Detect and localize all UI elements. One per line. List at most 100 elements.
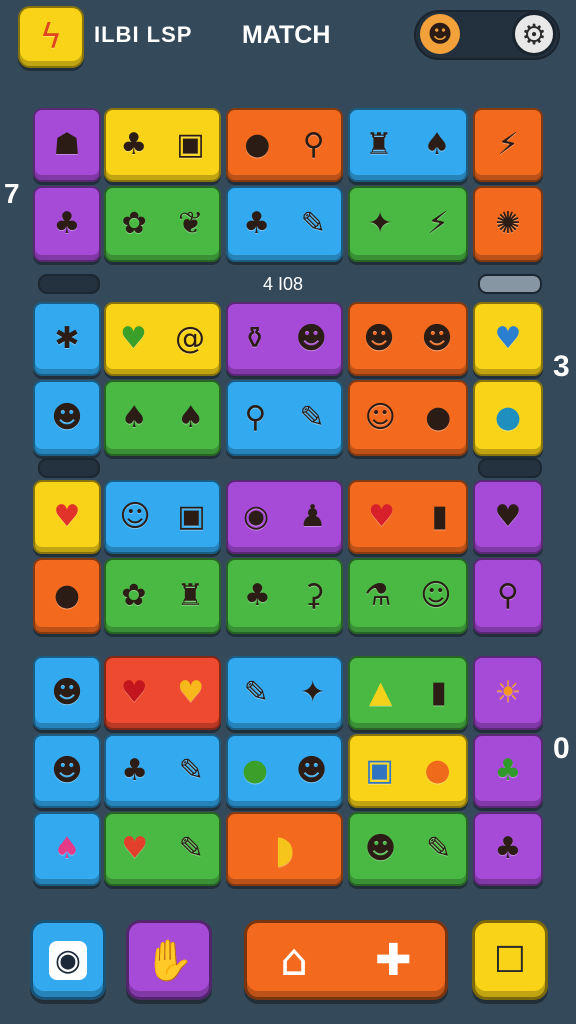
- tile[interactable]: ♥: [473, 302, 543, 376]
- tile-glyph: ◉: [242, 499, 270, 534]
- tile[interactable]: ♥: [33, 480, 101, 554]
- tile-glyph: ♣: [494, 753, 522, 788]
- tile[interactable]: ☀: [473, 656, 543, 730]
- tile-glyph: ♥: [53, 499, 81, 534]
- tile-glyph: ❦: [178, 206, 204, 241]
- robot-icon: ☐: [493, 939, 527, 981]
- tile[interactable]: ♥ ▮: [348, 480, 468, 554]
- gear-icon[interactable]: ⚙: [512, 12, 556, 56]
- tile-glyph: ☻: [51, 400, 83, 435]
- tile-glyph: ♠: [177, 400, 205, 435]
- tile-glyph: ♠: [120, 400, 148, 435]
- tile[interactable]: ◉ ♟: [226, 480, 343, 554]
- tile-glyph: ⚳: [302, 578, 325, 613]
- tile[interactable]: ♠: [33, 812, 101, 886]
- tile[interactable]: ⚗ ☺: [348, 558, 468, 634]
- tile-glyph: ☻: [295, 753, 328, 788]
- tile[interactable]: ⚲: [473, 558, 543, 634]
- tile-glyph: ✎: [299, 400, 325, 435]
- player-avatar-icon[interactable]: ☻: [420, 14, 460, 54]
- tile[interactable]: ☺ ▣: [104, 480, 221, 554]
- camera-button[interactable]: ◉: [30, 920, 106, 1000]
- tile[interactable]: ✺: [473, 186, 543, 262]
- tile-glyph: ◗: [274, 827, 295, 871]
- tile-glyph: ☻: [51, 675, 83, 710]
- side-number-left: 7: [4, 178, 20, 209]
- tile-glyph: ☻: [364, 831, 397, 866]
- tile-glyph: ▣: [365, 753, 394, 788]
- tile[interactable]: ✿ ♜: [104, 558, 221, 634]
- tile[interactable]: ✎ ✦: [226, 656, 343, 730]
- tile-glyph: ☺: [364, 400, 396, 435]
- center-counter: 4 I08: [263, 274, 304, 294]
- tile-glyph: ▮: [430, 675, 447, 710]
- tile[interactable]: ☻ ✎: [348, 812, 468, 886]
- tile[interactable]: ⚡: [473, 108, 543, 182]
- lightning-swirl-logo-icon: ϟ: [39, 17, 63, 57]
- tile[interactable]: ⚲ ✎: [226, 380, 343, 456]
- tile[interactable]: ☗: [33, 108, 101, 182]
- tile[interactable]: ♣ ▣: [104, 108, 221, 182]
- tile-glyph: ▣: [176, 127, 205, 162]
- tile-glyph: ●: [425, 400, 452, 435]
- tile-glyph: ✦: [367, 206, 393, 241]
- hand-button[interactable]: ✋: [126, 920, 212, 1000]
- tile[interactable]: ♣ ✎: [104, 734, 221, 808]
- tile[interactable]: ♥ ✎: [104, 812, 221, 886]
- tile[interactable]: ♥: [473, 480, 543, 554]
- tile[interactable]: ♥ ♥: [104, 656, 221, 730]
- tile[interactable]: ☻ ☻: [348, 302, 468, 376]
- tile[interactable]: ☻: [33, 380, 101, 456]
- tile-glyph: ☻: [363, 321, 395, 356]
- home-icon: ⌂: [280, 934, 309, 986]
- tile-glyph: ⚲: [497, 578, 519, 613]
- tile-glyph: ▲: [369, 675, 393, 710]
- tile-glyph: ♣: [121, 753, 149, 788]
- empty-slot: [478, 274, 542, 294]
- side-number-right-low: 0: [553, 732, 570, 765]
- tile[interactable]: ♣ ✎: [226, 186, 343, 262]
- tile[interactable]: ✿ ❦: [104, 186, 221, 262]
- tile-glyph: ⚡: [427, 206, 449, 241]
- tile[interactable]: ♥ @: [104, 302, 221, 376]
- tile[interactable]: ♣: [473, 734, 543, 808]
- tile-glyph: ♜: [365, 127, 393, 162]
- tile-glyph: ●: [494, 400, 522, 435]
- tile-glyph: ✱: [54, 321, 80, 356]
- tile[interactable]: ●: [33, 558, 101, 634]
- tile[interactable]: ●: [473, 380, 543, 456]
- tile[interactable]: ☻: [33, 656, 101, 730]
- robot-button[interactable]: ☐: [472, 920, 548, 1000]
- tile-glyph: ♟: [299, 499, 327, 534]
- tile-glyph: ✎: [300, 206, 326, 241]
- tile-glyph: ✦: [300, 675, 326, 710]
- tile[interactable]: ☻: [33, 734, 101, 808]
- tile-glyph: ♣: [243, 206, 271, 241]
- tile-glyph: ♥: [494, 321, 522, 356]
- tile[interactable]: ♣: [473, 812, 543, 886]
- tile[interactable]: ✦ ⚡: [348, 186, 468, 262]
- tile[interactable]: ● ☻: [226, 734, 343, 808]
- tile-glyph: ✿: [121, 578, 147, 613]
- tile[interactable]: ♜ ♠: [348, 108, 468, 182]
- tile[interactable]: ▲ ▮: [348, 656, 468, 730]
- tile-glyph: ●: [424, 753, 451, 788]
- tile[interactable]: ♣ ⚳: [226, 558, 343, 634]
- tile-glyph: ✎: [178, 753, 204, 788]
- tile[interactable]: ♠ ♠: [104, 380, 221, 456]
- tile[interactable]: ◗: [226, 812, 343, 886]
- home-puzzle-button[interactable]: ⌂ ✚: [244, 920, 448, 1000]
- tile-glyph: ♥: [120, 675, 148, 710]
- tile[interactable]: ▣ ●: [348, 734, 468, 808]
- tile-glyph: ♣: [53, 206, 81, 241]
- tile[interactable]: ⚱ ☻: [226, 302, 343, 376]
- tile[interactable]: ✱: [33, 302, 101, 376]
- tile[interactable]: ☺ ●: [348, 380, 468, 456]
- tile[interactable]: ♣: [33, 186, 101, 262]
- tile[interactable]: ● ⚲: [226, 108, 343, 182]
- empty-slot: [38, 274, 100, 294]
- tile-glyph: ✎: [243, 675, 269, 710]
- tile-glyph: ☺: [119, 499, 151, 534]
- tile-glyph: ▮: [431, 499, 448, 534]
- logo-button[interactable]: ϟ: [18, 6, 84, 68]
